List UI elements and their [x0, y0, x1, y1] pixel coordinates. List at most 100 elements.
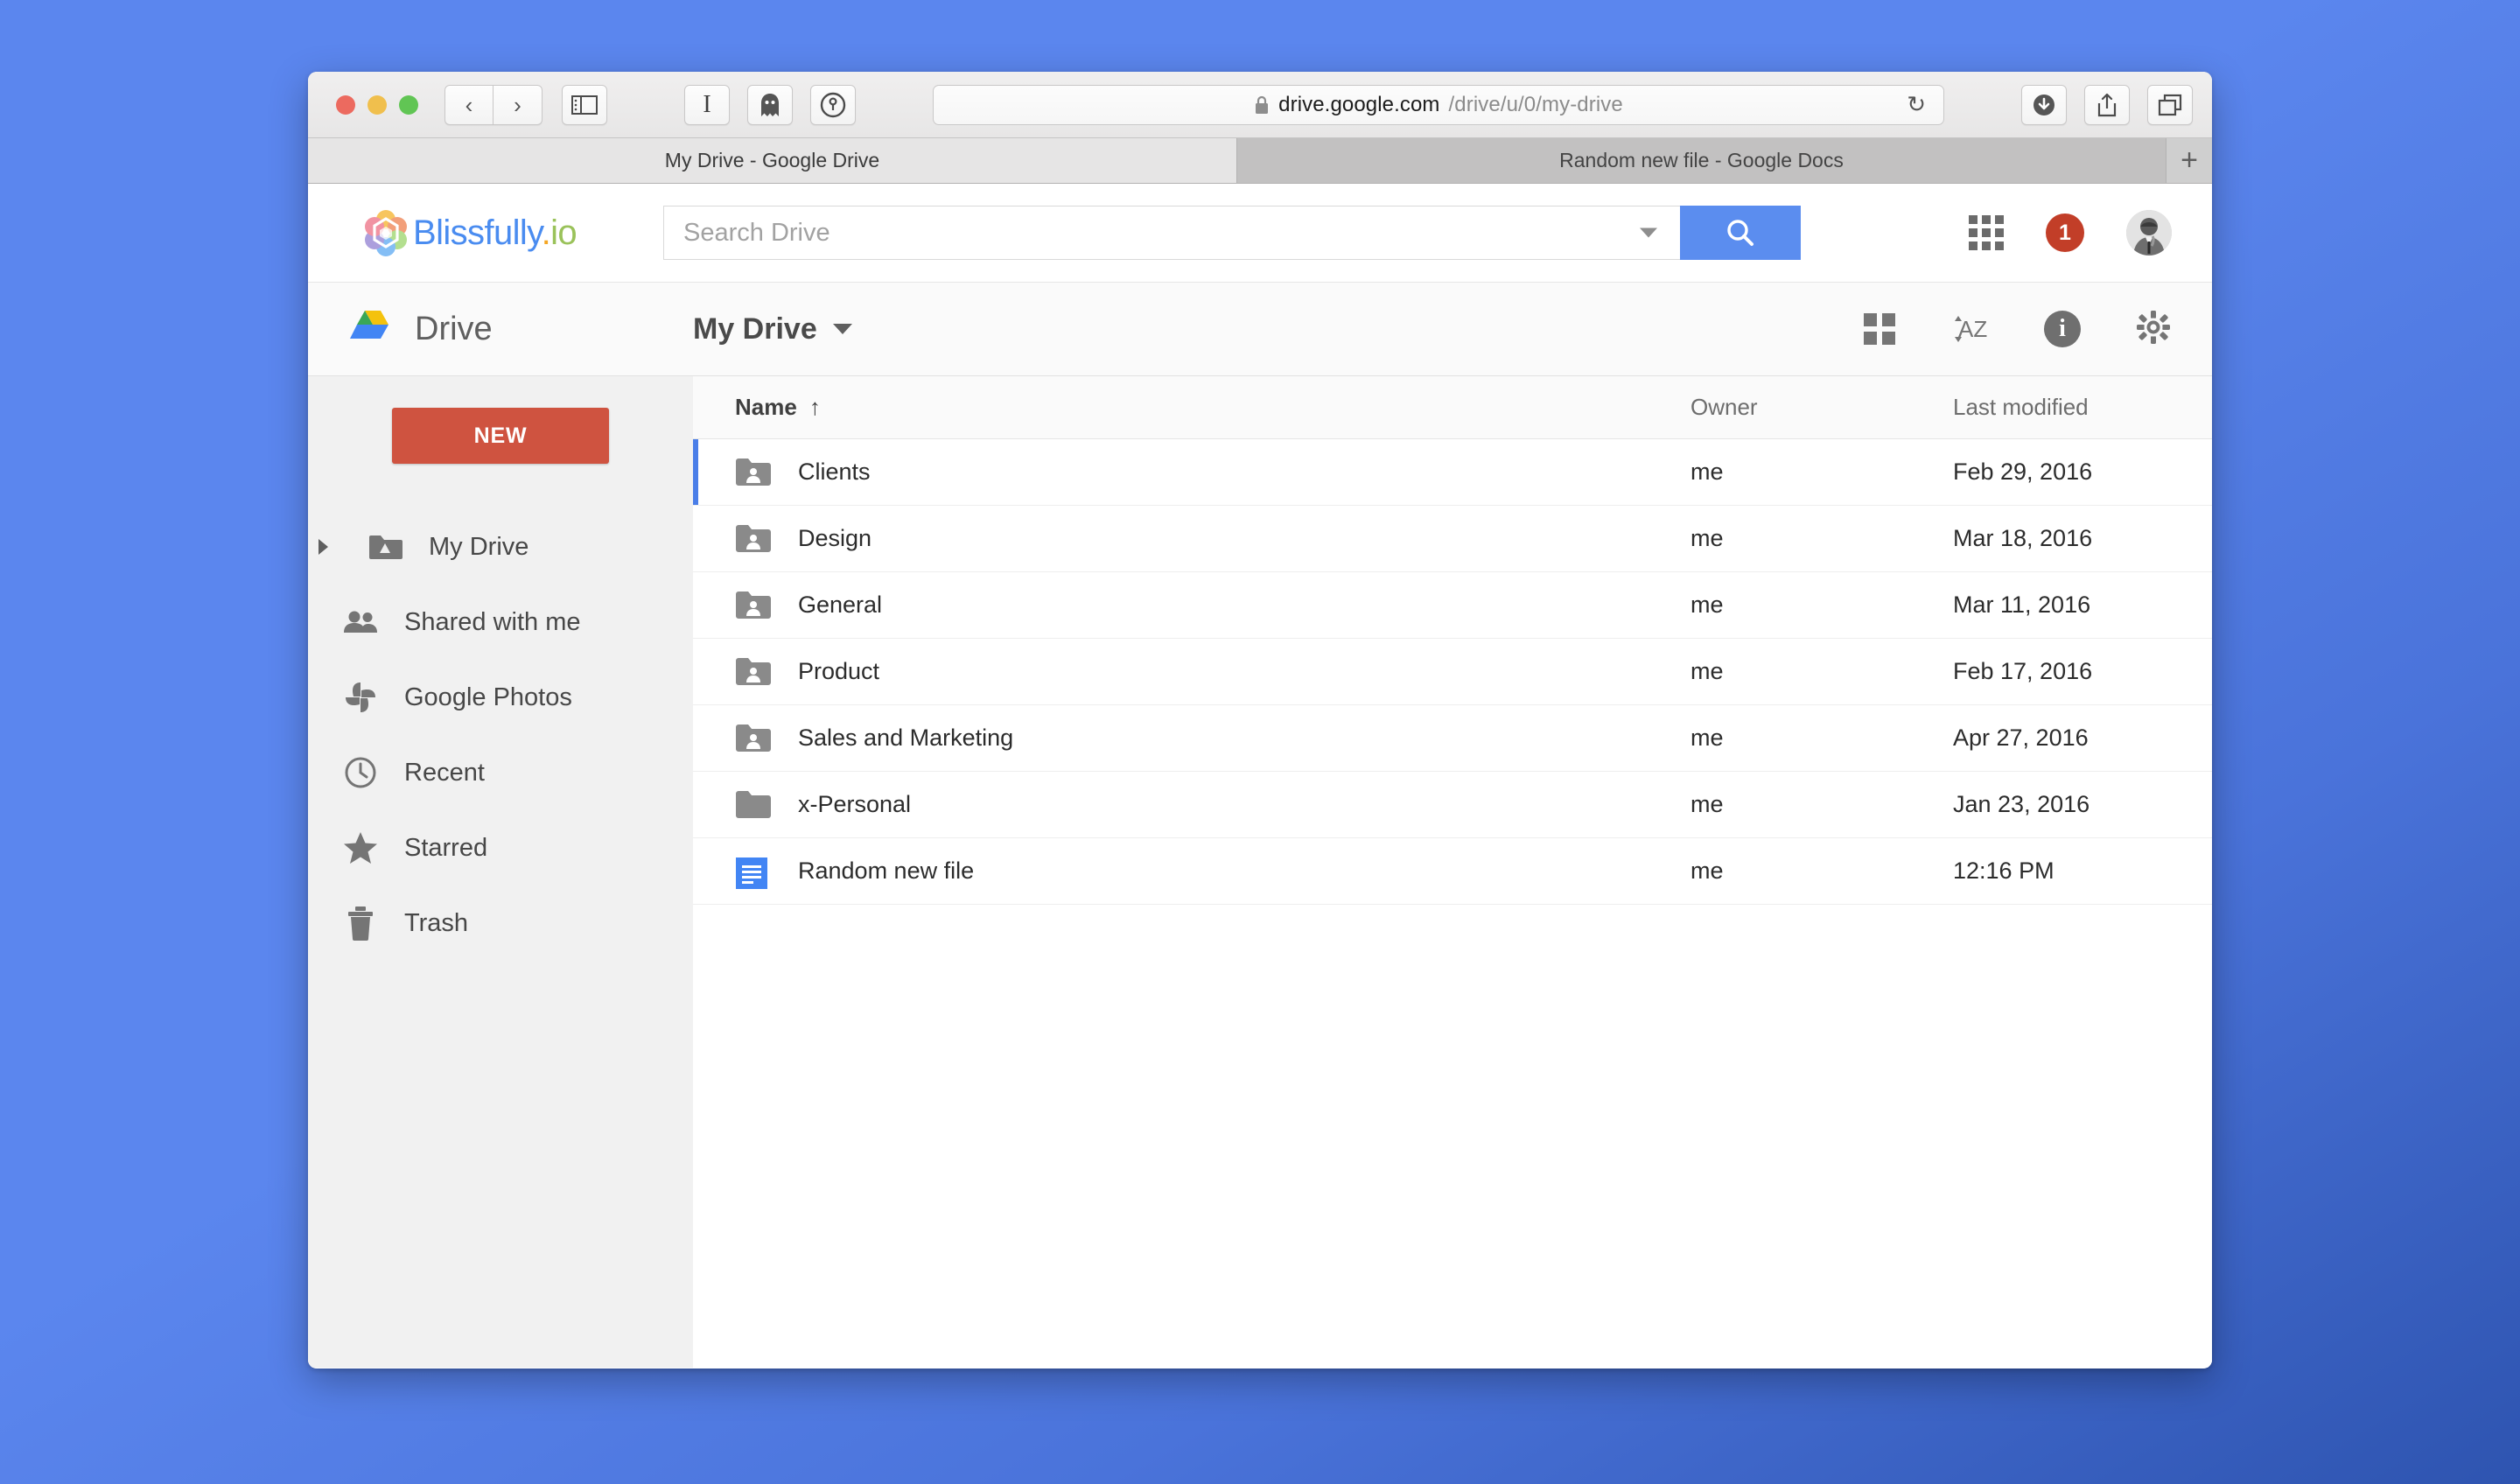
tab-overview-button[interactable]	[2147, 84, 2193, 125]
download-icon	[2034, 94, 2054, 116]
search-placeholder: Search Drive	[683, 218, 830, 247]
browser-toolbar: ‹ › I drive.google.com /drive/u/0/my-dri…	[308, 72, 2212, 138]
shared-folder-icon	[735, 657, 772, 687]
column-header-name[interactable]: Name ↑	[693, 394, 1690, 421]
ghost-icon	[761, 93, 779, 116]
drive-folder-icon	[366, 533, 404, 561]
reload-button[interactable]: ↻	[1907, 91, 1926, 118]
chevron-down-icon[interactable]	[832, 324, 852, 334]
drive-header: Drive My Drive AZ i	[308, 282, 2212, 376]
password-manager-button[interactable]	[810, 84, 856, 125]
address-bar[interactable]: drive.google.com/drive/u/0/my-drive ↻	[933, 84, 1944, 125]
blissfully-logo[interactable]: Blissfully.io	[362, 209, 642, 256]
file-list-header: Name ↑ Owner Last modified	[693, 376, 2212, 439]
notification-badge[interactable]: 1	[2046, 214, 2084, 252]
new-tab-button[interactable]: +	[2166, 138, 2212, 183]
file-name: Product	[798, 658, 880, 684]
breadcrumb[interactable]: My Drive	[693, 312, 852, 346]
sidebar-toggle-button[interactable]	[562, 84, 607, 125]
search-options-chevron-down-icon[interactable]	[1640, 228, 1657, 238]
navigation-buttons: ‹ ›	[444, 84, 542, 125]
topbar-actions: 1	[1969, 210, 2172, 256]
cell-owner: me	[1690, 658, 1724, 684]
back-button[interactable]: ‹	[444, 84, 494, 125]
row-selection-indicator	[693, 439, 698, 505]
maximize-window-button[interactable]	[399, 94, 418, 115]
drive-brand[interactable]: Drive	[334, 309, 693, 349]
logo-dot: .	[541, 213, 551, 252]
trash-icon	[341, 906, 380, 941]
blissfully-topbar: Blissfully.io Search Drive 1	[308, 184, 2212, 282]
drive-sidebar: NEW My Drive Shared with me Google Photo…	[308, 376, 693, 1368]
drive-search: Search Drive	[663, 206, 1801, 260]
cell-owner: me	[1690, 525, 1724, 551]
search-button[interactable]	[1680, 206, 1801, 260]
sidebar-item-label: Starred	[404, 833, 488, 862]
cell-owner: me	[1690, 724, 1724, 751]
sidebar-item-trash[interactable]: Trash	[308, 886, 693, 961]
file-list: Name ↑ Owner Last modified Clients me Feb …	[693, 376, 2212, 1368]
sidebar-item-label: My Drive	[429, 532, 529, 561]
sidebar-item-label: Google Photos	[404, 682, 572, 711]
shared-folder-icon	[735, 524, 772, 554]
shared-folder-icon	[735, 458, 772, 487]
table-row[interactable]: Random new file me 12:16 PM	[693, 838, 2212, 905]
ghostery-button[interactable]	[747, 84, 793, 125]
table-row[interactable]: x-Personal me Jan 23, 2016	[693, 772, 2212, 838]
sort-az-icon[interactable]: AZ	[1950, 309, 1990, 349]
blissfully-flower-icon	[362, 209, 410, 256]
cell-last-modified: Feb 17, 2016	[1953, 658, 2093, 684]
tab-title: Random new file - Google Docs	[1559, 149, 1844, 172]
info-icon[interactable]: i	[2044, 311, 2081, 347]
cell-last-modified: 12:16 PM	[1953, 858, 2054, 884]
file-name: x-Personal	[798, 791, 912, 817]
close-window-button[interactable]	[336, 94, 355, 115]
shared-folder-icon	[735, 724, 772, 753]
page-content: Blissfully.io Search Drive 1 Drive My Dr…	[308, 184, 2212, 1368]
avatar[interactable]	[2126, 210, 2172, 256]
sidebar-item-starred[interactable]: Starred	[308, 810, 693, 886]
table-row[interactable]: Product me Feb 17, 2016	[693, 639, 2212, 705]
gear-icon[interactable]	[2135, 309, 2172, 350]
folder-icon	[735, 790, 772, 820]
sidebar-item-shared-with-me[interactable]: Shared with me	[308, 584, 693, 660]
cell-owner: me	[1690, 592, 1724, 618]
cell-name: Random new file	[693, 857, 1690, 889]
file-name: Sales and Marketing	[798, 724, 1014, 751]
drive-header-actions: AZ i	[1864, 309, 2172, 350]
file-list-empty-space	[693, 905, 2212, 1368]
table-row[interactable]: Sales and Marketing me Apr 27, 2016	[693, 705, 2212, 772]
cell-owner: me	[1690, 791, 1724, 817]
grid-view-icon[interactable]	[1864, 313, 1895, 345]
shared-folder-icon	[735, 591, 772, 620]
sidebar-item-recent[interactable]: Recent	[308, 735, 693, 810]
minimize-window-button[interactable]	[368, 94, 387, 115]
reader-view-button[interactable]: I	[684, 84, 730, 125]
downloads-button[interactable]	[2021, 84, 2067, 125]
new-button[interactable]: NEW	[392, 408, 609, 464]
logo-tld: io	[550, 213, 578, 252]
search-icon	[1727, 220, 1754, 246]
file-name: Design	[798, 525, 872, 551]
breadcrumb-label: My Drive	[693, 312, 817, 346]
url-text: drive.google.com/drive/u/0/my-drive	[1254, 93, 1623, 117]
tab-my-drive[interactable]: My Drive - Google Drive	[308, 138, 1237, 183]
sidebar-item-google-photos[interactable]: Google Photos	[308, 660, 693, 735]
star-icon	[341, 830, 380, 865]
forward-button[interactable]: ›	[494, 84, 542, 125]
tab-random-new-file[interactable]: Random new file - Google Docs	[1237, 138, 2166, 183]
search-input[interactable]: Search Drive	[663, 206, 1680, 260]
sidebar-icon	[571, 94, 598, 115]
table-row[interactable]: Clients me Feb 29, 2016	[693, 439, 2212, 506]
cell-owner: me	[1690, 458, 1724, 485]
google-docs-icon	[735, 857, 772, 889]
share-button[interactable]	[2084, 84, 2130, 125]
table-row[interactable]: General me Mar 11, 2016	[693, 572, 2212, 639]
expand-my-drive-triangle-icon[interactable]	[318, 539, 328, 555]
tabs-overview-icon	[2158, 94, 2182, 116]
sidebar-item-my-drive[interactable]: My Drive	[308, 509, 693, 584]
column-header-last-modified[interactable]: Last modified	[1953, 394, 2212, 421]
table-row[interactable]: Design me Mar 18, 2016	[693, 506, 2212, 572]
column-header-owner[interactable]: Owner	[1690, 394, 1953, 421]
apps-grid-icon[interactable]	[1969, 215, 2004, 250]
